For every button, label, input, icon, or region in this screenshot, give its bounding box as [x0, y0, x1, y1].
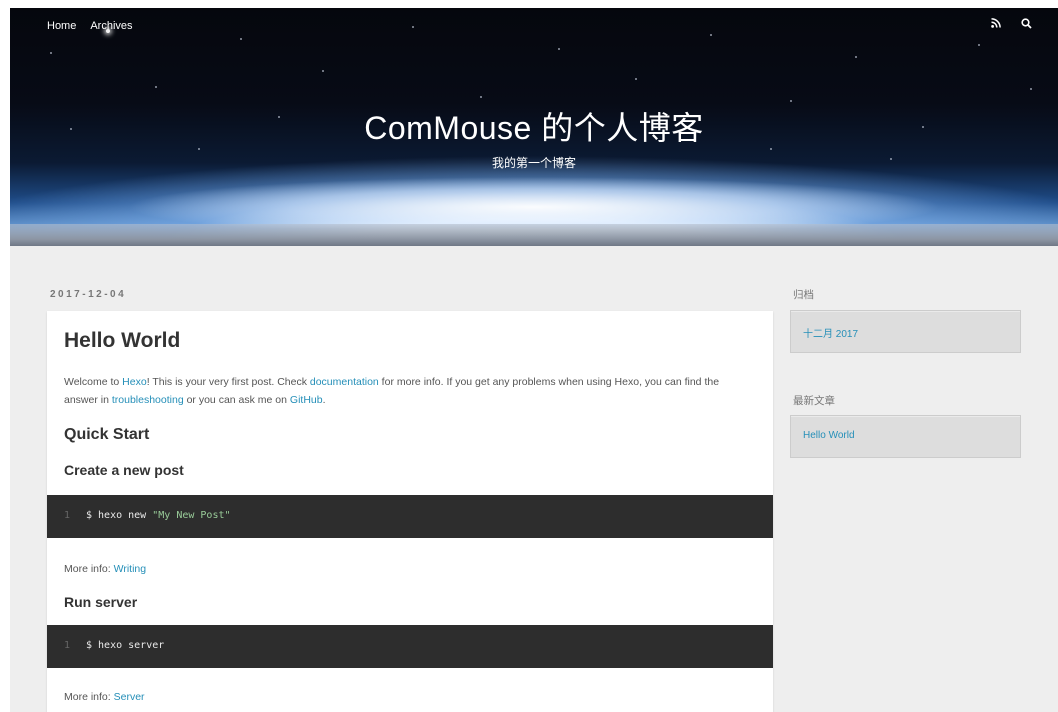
- code-string: "My New Post": [152, 510, 231, 521]
- line-number: 1: [64, 640, 71, 651]
- recent-post-link[interactable]: Hello World: [803, 430, 855, 441]
- header-banner: Home Archives ComMouse 的个人博客 我的第一个博客: [10, 8, 1058, 246]
- post-article: Hello World Welcome to Hexo! This is you…: [47, 311, 773, 712]
- code-command: $ hexo server: [86, 640, 165, 651]
- code-block-server: 1 $ hexo server: [47, 625, 773, 668]
- create-post-heading: Create a new post: [64, 462, 184, 478]
- run-server-heading: Run server: [64, 594, 138, 610]
- main-nav: Home Archives: [47, 20, 133, 32]
- rss-icon[interactable]: [991, 18, 1001, 29]
- site-subtitle: 我的第一个博客: [491, 156, 576, 170]
- documentation-link[interactable]: documentation: [310, 376, 379, 388]
- more-info-writing: More info: Writing: [64, 560, 146, 578]
- intro-text: Welcome to: [64, 376, 123, 388]
- more-info-server: More info: Server: [64, 688, 145, 706]
- server-link[interactable]: Server: [114, 691, 145, 703]
- banner-star: [855, 56, 857, 58]
- nav-actions: [991, 18, 1032, 29]
- hexo-link[interactable]: Hexo: [122, 376, 147, 388]
- page: Home Archives ComMouse 的个人博客 我的第一个博客 201…: [10, 8, 1058, 712]
- banner-star: [635, 78, 637, 80]
- code-command: $ hexo new: [86, 510, 153, 521]
- banner-star: [240, 38, 242, 40]
- troubleshooting-link[interactable]: troubleshooting: [112, 394, 184, 406]
- writing-link[interactable]: Writing: [114, 563, 146, 575]
- banner-star: [322, 70, 324, 72]
- intro-text: or you can ask me on: [183, 394, 290, 406]
- site-title[interactable]: ComMouse 的个人博客: [10, 103, 1058, 149]
- archive-month-link[interactable]: 十二月 2017: [803, 325, 858, 340]
- more-info-label: More info:: [64, 563, 114, 575]
- banner-star: [558, 48, 560, 50]
- quick-start-heading: Quick Start: [64, 426, 150, 443]
- banner-star: [50, 52, 52, 54]
- code-line: $ hexo new "My New Post": [86, 510, 231, 521]
- nav-archives-link[interactable]: Archives: [90, 20, 132, 32]
- line-number: 1: [64, 510, 71, 521]
- nav-home-link[interactable]: Home: [47, 20, 76, 32]
- sidebar-recent-title: 最新文章: [793, 395, 835, 407]
- banner-star: [790, 100, 792, 102]
- code-block-new-post: 1 $ hexo new "My New Post": [47, 495, 773, 538]
- post-intro: Welcome to Hexo! This is your very first…: [64, 373, 754, 409]
- post-date[interactable]: 2017-12-04: [50, 289, 126, 300]
- github-link[interactable]: GitHub: [290, 394, 323, 406]
- more-info-label: More info:: [64, 691, 114, 703]
- sidebar-archive-box: 十二月 2017: [790, 310, 1021, 353]
- intro-text: ! This is your very first post. Check: [146, 376, 310, 388]
- sidebar-archive-title: 归档: [793, 289, 814, 301]
- banner-star: [710, 34, 712, 36]
- banner-star: [1030, 88, 1032, 90]
- banner-star: [978, 44, 980, 46]
- banner-star: [480, 96, 482, 98]
- intro-text: .: [322, 394, 326, 406]
- banner-star: [412, 26, 414, 28]
- banner-star: [155, 86, 157, 88]
- sidebar-recent-box: Hello World: [790, 415, 1021, 458]
- search-icon[interactable]: [1021, 18, 1032, 29]
- post-title[interactable]: Hello World: [64, 329, 180, 353]
- banner-horizon: [10, 224, 1058, 246]
